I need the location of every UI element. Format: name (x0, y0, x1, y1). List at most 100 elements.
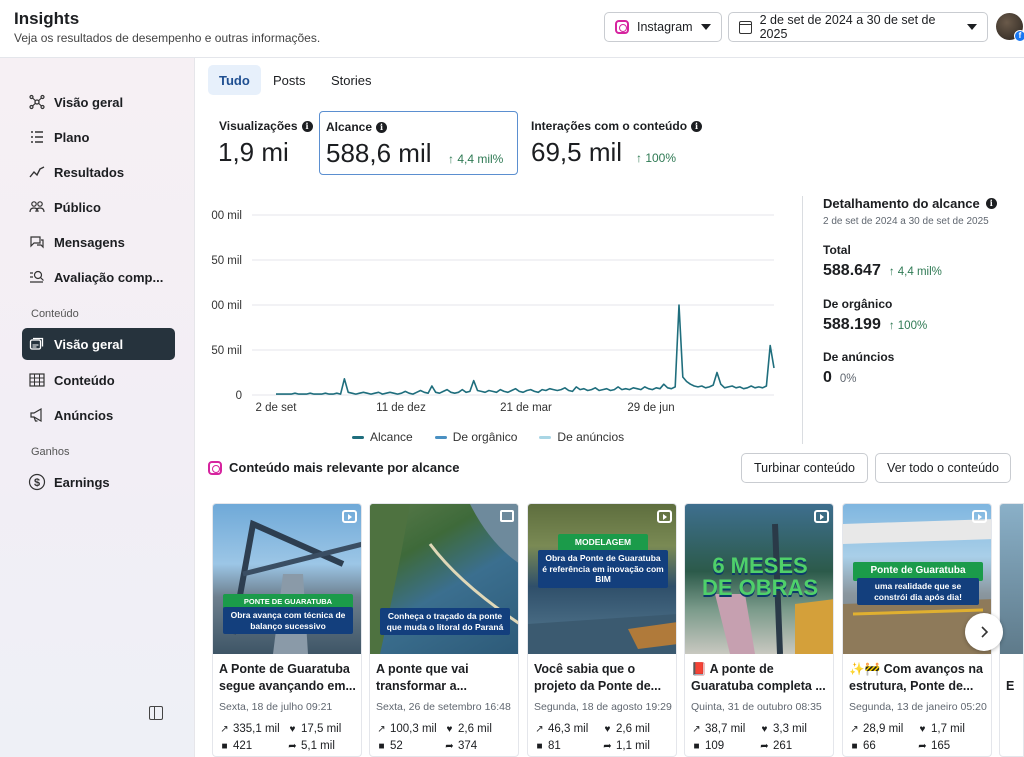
content-card[interactable]: 6 MESES DE OBRAS 📕 A ponte de Guaratuba … (684, 503, 834, 757)
sidebar-item-messages[interactable]: Mensagens (22, 226, 175, 258)
metric-interactions[interactable]: Interações com o conteúdo i 69,5 mil ↑ 1… (525, 111, 725, 175)
tab-posts[interactable]: Posts (262, 65, 317, 95)
post-title: ✨🚧 Com avanços na estrutura, Ponte de... (849, 662, 983, 693)
comments-stat: ■ 52 (376, 740, 402, 752)
tab-all[interactable]: Tudo (208, 65, 261, 95)
content-card[interactable]: MODELAGEM DIGITAL Obra da Ponte de Guara… (527, 503, 677, 757)
sidebar-item-label: Público (54, 199, 101, 215)
legend-item-ads[interactable]: De anúncios (539, 430, 624, 444)
post-date: Sexta, 18 de julho 09:21 (219, 701, 333, 713)
reach-line-chart[interactable]: 00 mil 50 mil 00 mil 50 mil 0 2 de set 11 de d… (200, 198, 790, 426)
metric-label: Visualizações (219, 119, 298, 133)
likes-stat: ♥ 1,7 mil (917, 723, 965, 735)
info-icon[interactable]: i (691, 120, 703, 132)
comments-stat: ■ 66 (849, 740, 875, 752)
stat-value: 335,1 mil (233, 723, 280, 735)
boost-content-button[interactable]: Turbinar conteúdo (741, 453, 868, 483)
avatar[interactable]: f (996, 13, 1024, 42)
carousel-next-button[interactable] (965, 613, 1003, 651)
chevron-down-icon (967, 24, 977, 30)
sidebar-item-ads[interactable]: Anúncios (22, 399, 175, 431)
post-thumbnail[interactable]: MODELAGEM DIGITAL Obra da Ponte de Guara… (528, 504, 676, 654)
y-tick-label: 50 mil (211, 345, 242, 357)
post-thumbnail[interactable]: Conheça o traçado da ponte que muda o li… (370, 504, 518, 654)
breakdown-ads: 0 0% (823, 369, 857, 387)
heart-icon: ♥ (919, 723, 926, 735)
post-thumbnail[interactable]: 6 MESES DE OBRAS (685, 504, 833, 654)
stat-value: 81 (548, 740, 561, 752)
search-list-icon (28, 268, 46, 286)
stat-value: 5,1 mil (301, 740, 335, 752)
likes-stat: ♥ 17,5 mil (287, 723, 342, 735)
sidebar-item-plan[interactable]: Plano (22, 121, 175, 153)
comment-icon: ■ (221, 740, 228, 752)
stat-value: 28,9 mil (863, 723, 904, 735)
heart-icon: ♥ (289, 723, 296, 735)
sidebar-item-audience[interactable]: Público (22, 191, 175, 223)
info-icon[interactable]: i (301, 120, 313, 132)
chevron-down-icon (701, 24, 711, 30)
heart-icon: ♥ (446, 723, 453, 735)
post-title: A ponte que vai transformar a... (376, 662, 469, 693)
sidebar-item-results[interactable]: Resultados (22, 156, 175, 188)
sidebar-item-content[interactable]: Conteúdo (22, 364, 175, 396)
platform-selector[interactable]: Instagram (604, 12, 722, 42)
breakdown-range: 2 de set de 2024 a 30 de set de 2025 (823, 216, 989, 227)
table-icon (28, 371, 46, 389)
shares-stat: ➦ 261 (759, 740, 792, 752)
content-card[interactable]: Conheça o traçado da ponte que muda o li… (369, 503, 519, 757)
breakdown-title: Detalhamento do alcance i (823, 196, 997, 211)
sidebar-item-overview[interactable]: Visão geral (22, 86, 175, 118)
post-banner-text: 6 MESES DE OBRAS (701, 553, 819, 600)
see-all-content-button[interactable]: Ver todo o conteúdo (875, 453, 1011, 483)
likes-stat: ♥ 3,3 mil (759, 723, 807, 735)
stat-value: 46,3 mil (548, 723, 589, 735)
x-tick-label: 21 de mar (500, 402, 552, 414)
post-banner-text: Conheça o traçado da ponte que muda o li… (380, 608, 510, 636)
legend-item-reach[interactable]: Alcance (352, 430, 413, 444)
comment-icon: ■ (536, 740, 543, 752)
trend-icon: ↗ (692, 723, 701, 735)
legend-swatch (539, 435, 552, 439)
post-thumbnail[interactable]: PONTE DE GUARATUBA Obra avança com técni… (213, 504, 361, 654)
heart-icon: ♥ (604, 723, 611, 735)
info-icon[interactable]: i (985, 198, 997, 209)
legend-item-organic[interactable]: De orgânico (434, 430, 518, 444)
breakdown-ads-delta: 0% (839, 373, 857, 385)
tab-stories[interactable]: Stories (320, 65, 382, 95)
stat-value: 374 (458, 740, 478, 752)
post-thumbnail (1000, 504, 1023, 654)
instagram-icon (208, 460, 222, 475)
section-label-content: Conteúdo (31, 308, 79, 320)
info-icon[interactable]: i (376, 121, 388, 133)
y-tick-label: 50 mil (211, 255, 242, 267)
metric-label: Alcance (326, 120, 373, 134)
views-stat: ↗ 46,3 mil (534, 723, 588, 735)
y-tick-label: 00 mil (211, 300, 242, 312)
top-content-title-text: Conteúdo mais relevante por alcance (229, 460, 460, 475)
dollar-icon: $ (28, 473, 46, 491)
post-title: 📕 A ponte de Guaratuba completa ... (691, 662, 826, 693)
metric-label: Interações com o conteúdo (531, 119, 688, 133)
sidebar-item-label: Conteúdo (54, 372, 115, 388)
divider (802, 196, 803, 444)
metric-reach[interactable]: Alcance i 588,6 mil ↑ 4,4 mil% (319, 111, 518, 175)
breakdown-organic-delta: ↑ 100% (888, 320, 928, 332)
stat-value: 2,6 mil (458, 723, 492, 735)
content-card[interactable]: PONTE DE GUARATUBA Obra avança com técni… (212, 503, 362, 757)
trend-icon (28, 163, 46, 181)
date-range-selector[interactable]: 2 de set de 2024 a 30 de set de 2025 (728, 12, 988, 42)
metric-views[interactable]: Visualizações i 1,9 mi (212, 111, 313, 175)
share-icon: ➦ (760, 740, 769, 752)
sidebar-item-earnings[interactable]: $ Earnings (22, 466, 175, 498)
breakdown-ads-value: 0 (823, 369, 832, 386)
sidebar-item-benchmark[interactable]: Avaliação comp... (22, 261, 175, 293)
post-title: A Ponte de Guaratuba segue avançando em.… (219, 662, 356, 693)
likes-stat: ♥ 2,6 mil (602, 723, 650, 735)
trend-icon: ↗ (850, 723, 859, 735)
breakdown-total-value: 588.647 (823, 262, 881, 279)
sidebar-item-content-overview[interactable]: Visão geral (22, 328, 175, 360)
sidebar-item-label: Mensagens (54, 234, 125, 250)
collapse-sidebar-icon[interactable] (149, 706, 163, 720)
legend-label: De orgânico (452, 430, 518, 444)
